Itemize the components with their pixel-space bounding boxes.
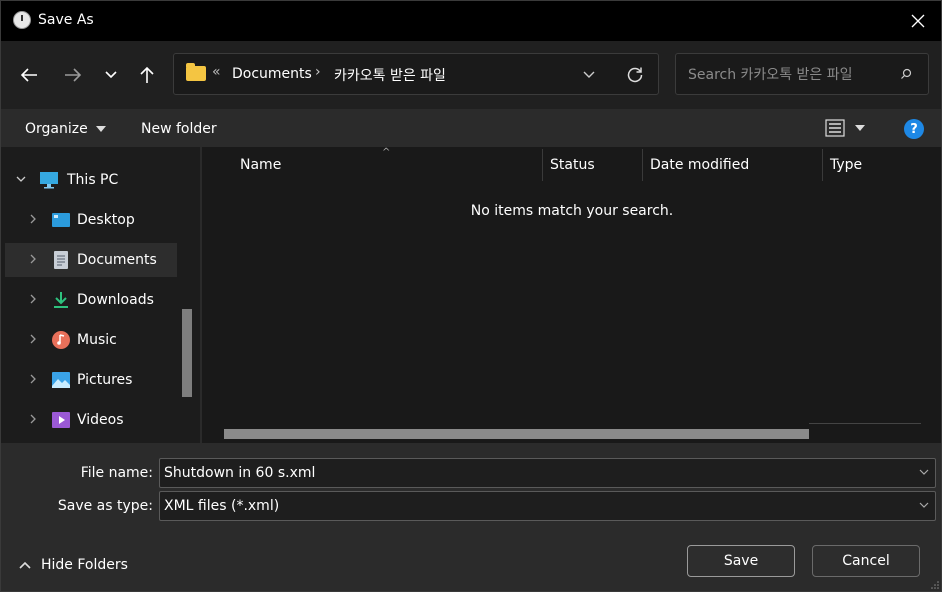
save-button[interactable]: Save (687, 545, 795, 577)
file-list: ^ Name Status Date modified Type No item… (202, 147, 941, 443)
navigation-pane: This PC Desktop Documents Downloads Musi… (1, 147, 202, 443)
folder-icon (186, 63, 206, 81)
refresh-button[interactable] (626, 66, 644, 88)
column-header-date-modified[interactable]: Date modified (650, 157, 749, 191)
search-input[interactable] (686, 64, 890, 86)
breadcrumb-current-folder[interactable]: 카카오톡 받은 파일 (334, 65, 446, 85)
videos-icon (52, 412, 70, 428)
documents-icon (54, 251, 68, 269)
scroll-divider (809, 423, 921, 424)
chevron-down-icon (105, 71, 117, 79)
chevron-down-icon[interactable] (919, 469, 929, 476)
file-name-input[interactable] (164, 465, 904, 481)
arrow-right-icon (65, 68, 82, 82)
chevron-up-icon (19, 561, 31, 569)
resize-grip-icon[interactable] (931, 581, 939, 589)
close-button[interactable] (895, 1, 941, 41)
column-divider[interactable] (642, 149, 643, 181)
caret-down-icon (95, 126, 106, 132)
nav-item-music[interactable]: Music (5, 323, 177, 357)
nav-label: Desktop (77, 212, 135, 228)
hide-folders-button[interactable]: Hide Folders (19, 557, 128, 573)
nav-scrollbar[interactable] (179, 147, 195, 443)
nav-label: This PC (67, 172, 119, 188)
nav-label: Pictures (77, 372, 133, 388)
horizontal-scrollbar-thumb[interactable] (224, 429, 809, 439)
arrow-up-icon (140, 66, 154, 83)
nav-item-downloads[interactable]: Downloads (5, 283, 177, 317)
desktop-icon (52, 213, 70, 227)
chevron-down-icon[interactable] (15, 173, 27, 185)
file-name-combobox[interactable] (159, 458, 936, 488)
refresh-icon (627, 67, 643, 83)
up-button[interactable] (135, 65, 159, 85)
nav-item-desktop[interactable]: Desktop (5, 203, 177, 237)
recent-locations-button[interactable] (99, 65, 123, 85)
window-title: Save As (38, 12, 94, 28)
command-toolbar: Organize New folder ? (1, 109, 941, 147)
sort-caret-icon: ^ (382, 147, 391, 158)
cancel-button[interactable]: Cancel (812, 545, 920, 577)
chevron-right-icon[interactable] (27, 373, 39, 385)
chevron-down-icon (583, 71, 595, 78)
chevron-right-icon[interactable] (27, 253, 39, 265)
clock-app-icon (13, 11, 31, 29)
organize-label: Organize (25, 121, 88, 137)
column-header-name[interactable]: Name (240, 157, 281, 191)
details-view-icon (825, 119, 845, 137)
nav-label: Videos (77, 412, 124, 428)
navigation-bar: « Documents › 카카오톡 받은 파일 (1, 41, 941, 109)
new-folder-button[interactable]: New folder (141, 121, 217, 137)
close-icon (911, 14, 925, 28)
breadcrumb-documents[interactable]: Documents (232, 66, 312, 82)
save-as-type-select[interactable]: XML files (*.xml) (159, 491, 936, 521)
caret-down-icon (855, 125, 865, 131)
organize-button[interactable]: Organize (25, 121, 106, 137)
downloads-icon (54, 292, 68, 308)
search-icon[interactable] (900, 68, 912, 84)
nav-item-videos[interactable]: Videos (5, 403, 177, 437)
address-bar[interactable]: « Documents › 카카오톡 받은 파일 (173, 53, 659, 95)
save-as-dialog: Save As « Documents › 카카오톡 받은 파일 Search … (0, 0, 942, 592)
chevron-right-icon[interactable] (27, 213, 39, 225)
save-options-panel: File name: Save as type: XML files (*.xm… (1, 443, 941, 591)
music-icon (52, 331, 70, 349)
arrow-left-icon (20, 68, 37, 82)
chevron-right-icon[interactable] (27, 413, 39, 425)
column-divider[interactable] (822, 149, 823, 181)
nav-item-documents[interactable]: Documents (5, 243, 177, 277)
column-header-status[interactable]: Status (550, 157, 595, 191)
pictures-icon (52, 372, 70, 388)
nav-scrollbar-thumb[interactable] (182, 309, 192, 397)
chevron-right-icon[interactable] (27, 293, 39, 305)
help-button[interactable]: ? (904, 119, 924, 139)
breadcrumb-overflow[interactable]: « (212, 64, 221, 80)
nav-label: Downloads (77, 292, 154, 308)
breadcrumb-separator[interactable]: › (315, 64, 321, 80)
nav-label: Documents (77, 252, 157, 268)
address-history-dropdown[interactable] (582, 68, 596, 84)
hide-folders-label: Hide Folders (41, 557, 128, 573)
column-header-type[interactable]: Type (830, 157, 862, 191)
save-as-type-label: Save as type: (57, 498, 153, 514)
chevron-right-icon[interactable] (27, 333, 39, 345)
empty-state-message: No items match your search. (470, 203, 674, 219)
change-view-button[interactable] (825, 119, 865, 137)
search-box[interactable] (675, 53, 929, 95)
nav-item-pictures[interactable]: Pictures (5, 363, 177, 397)
forward-button[interactable] (61, 65, 85, 85)
file-name-label: File name: (80, 465, 153, 481)
nav-label: Music (77, 332, 117, 348)
nav-item-this-pc[interactable]: This PC (5, 163, 177, 197)
save-as-type-value: XML files (*.xml) (164, 498, 280, 514)
title-bar: Save As (1, 1, 941, 41)
column-divider[interactable] (542, 149, 543, 181)
computer-icon (40, 172, 58, 189)
chevron-down-icon[interactable] (919, 502, 929, 509)
back-button[interactable] (17, 65, 41, 85)
